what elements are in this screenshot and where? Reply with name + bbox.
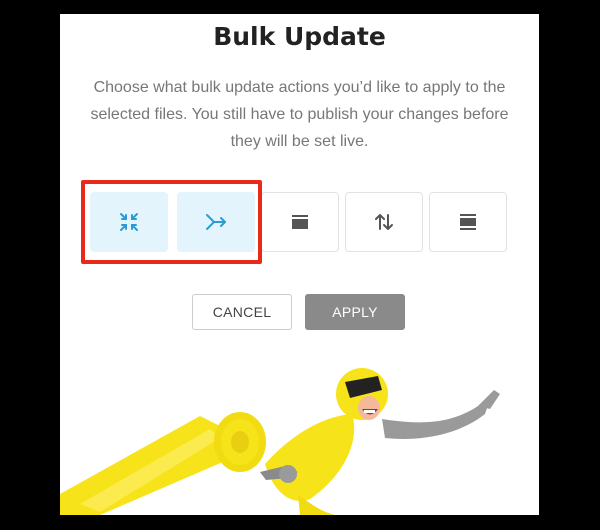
action-tile-sort[interactable] bbox=[345, 192, 423, 252]
dialog-description: Choose what bulk update actions you’d li… bbox=[90, 79, 509, 150]
selection-highlight bbox=[81, 180, 262, 264]
stack-icon bbox=[460, 214, 476, 230]
action-tile-stack[interactable] bbox=[429, 192, 507, 252]
dialog-title: Bulk Update bbox=[213, 22, 386, 51]
layers-icon bbox=[292, 215, 308, 229]
superhero-mascot-illustration bbox=[60, 368, 500, 515]
sort-arrows-icon bbox=[375, 214, 393, 230]
cancel-button[interactable]: CANCEL bbox=[192, 294, 292, 330]
bulk-update-dialog: Bulk Update Choose what bulk update acti… bbox=[60, 14, 539, 515]
apply-button[interactable]: APPLY bbox=[305, 294, 405, 330]
action-tile-layers[interactable] bbox=[261, 192, 339, 252]
